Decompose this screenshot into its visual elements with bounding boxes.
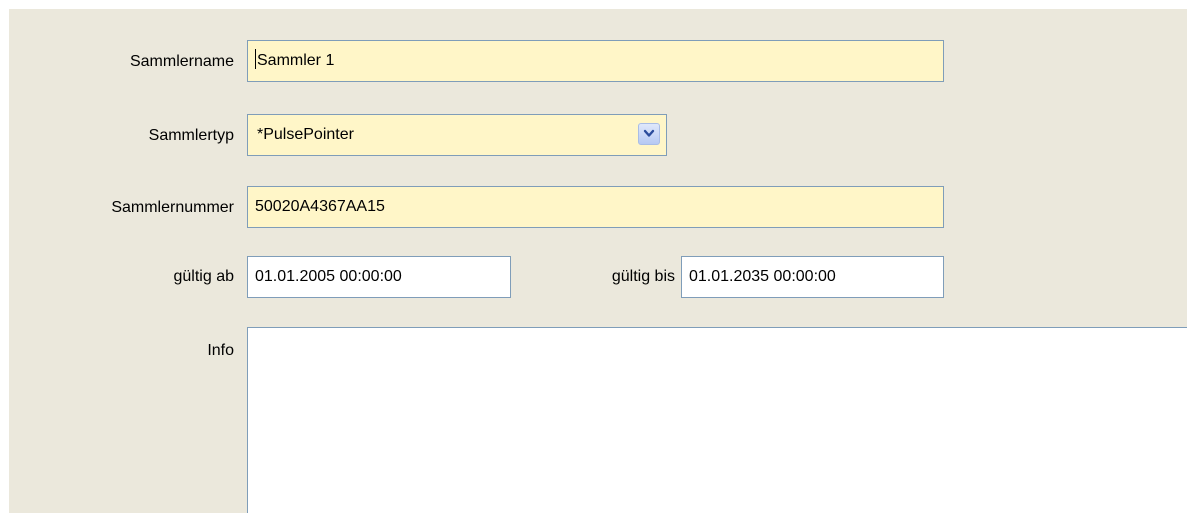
valid-to-field[interactable]: 01.01.2035 00:00:00 bbox=[681, 256, 944, 298]
number-label: Sammlernummer bbox=[111, 199, 234, 216]
info-textarea[interactable] bbox=[247, 327, 1187, 513]
type-value: *PulsePointer bbox=[257, 126, 354, 143]
valid-to-label: gültig bis bbox=[611, 268, 675, 285]
valid-to-value: 01.01.2035 00:00:00 bbox=[689, 268, 836, 285]
type-select[interactable]: *PulsePointer bbox=[247, 114, 667, 156]
name-value: Sammler 1 bbox=[257, 52, 335, 69]
type-dropdown-button[interactable] bbox=[638, 123, 660, 145]
name-label: Sammlername bbox=[129, 53, 234, 70]
info-label: Info bbox=[207, 342, 234, 359]
valid-from-label: gültig ab bbox=[173, 268, 235, 285]
text-caret bbox=[255, 48, 256, 69]
valid-from-field[interactable]: 01.01.2005 00:00:00 bbox=[247, 256, 511, 298]
name-field[interactable]: Sammler 1 bbox=[247, 40, 944, 82]
chevron-down-icon bbox=[643, 129, 655, 137]
valid-from-value: 01.01.2005 00:00:00 bbox=[255, 268, 402, 285]
type-label: Sammlertyp bbox=[148, 127, 234, 144]
number-field[interactable]: 50020A4367AA15 bbox=[247, 186, 944, 228]
number-value: 50020A4367AA15 bbox=[255, 198, 385, 215]
